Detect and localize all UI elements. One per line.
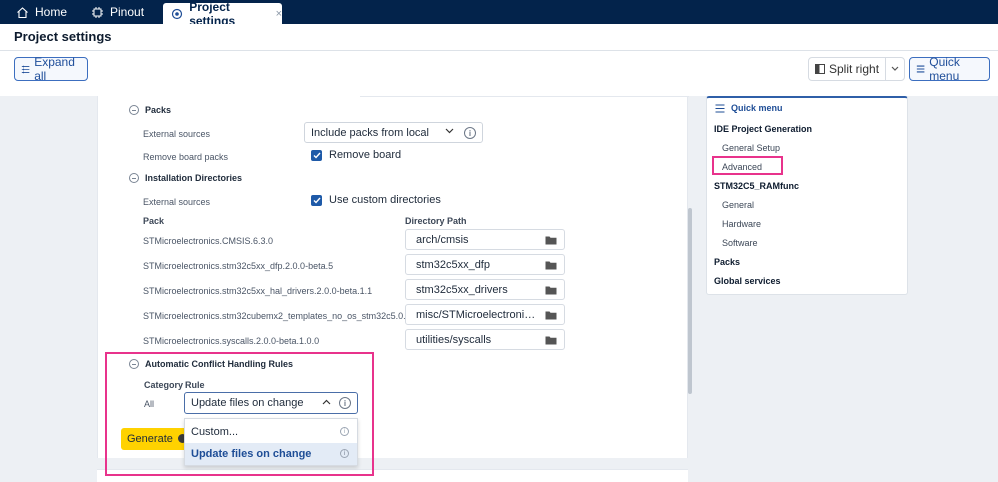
expand-all-label: Expand all [34, 55, 75, 83]
column-header-directory-path: Directory Path [405, 216, 467, 226]
highlight-conflict-section [105, 352, 374, 476]
chevron-down-icon [445, 128, 454, 134]
tab-bar: Home Pinout Project settings × [0, 0, 998, 28]
quick-menu-item-general-setup[interactable]: General Setup [722, 143, 780, 153]
highlight-advanced-item [712, 156, 783, 175]
pack-name: STMicroelectronics.CMSIS.6.3.0 [143, 236, 274, 246]
directory-path-input[interactable]: utilities/syscalls [405, 329, 565, 350]
expand-all-button[interactable]: Expand all [14, 55, 88, 83]
section-installation-title: Installation Directories [145, 173, 243, 183]
close-icon[interactable]: × [276, 8, 282, 20]
tab-project-settings[interactable]: Project settings × [163, 0, 282, 28]
menu-icon [715, 103, 725, 113]
checkbox-checked-icon[interactable] [311, 149, 322, 161]
directory-path-input[interactable]: stm32c5xx_dfp [405, 254, 565, 275]
tab-pinout-label: Pinout [110, 5, 145, 19]
checkbox-checked-icon[interactable] [311, 194, 322, 206]
page-title: Project settings [14, 29, 112, 44]
section-packs-title: Packs [145, 105, 172, 115]
scrollbar[interactable] [688, 208, 692, 394]
tab-home[interactable]: Home [15, 0, 67, 24]
quick-menu-item-ide-project-generation[interactable]: IDE Project Generation [714, 124, 812, 134]
page-header: Project settings [0, 24, 998, 51]
external-sources-value: Include packs from local [311, 126, 429, 139]
gear-icon [171, 7, 183, 21]
remove-board-checkbox[interactable]: Remove board [311, 149, 401, 161]
column-header-pack: Pack [143, 216, 165, 226]
packs-external-sources-label: External sources [143, 129, 211, 139]
directory-path-input[interactable]: misc/STMicroelectronics... [405, 304, 565, 325]
quick-menu-item-packs[interactable]: Packs [714, 257, 740, 267]
card-top-border [360, 96, 689, 97]
quick-menu-title-text: Quick menu [731, 103, 783, 113]
split-view-icon [815, 64, 825, 74]
info-icon[interactable]: i [464, 127, 476, 139]
directory-path-value: utilities/syscalls [416, 333, 492, 346]
install-external-sources-label: External sources [143, 197, 211, 207]
external-sources-select[interactable]: Include packs from local i [304, 122, 483, 143]
directory-path-value: misc/STMicroelectronics... [416, 308, 540, 321]
section-installation-directories[interactable]: Installation Directories [129, 173, 242, 183]
home-icon [15, 5, 29, 19]
use-custom-directories-label: Use custom directories [329, 194, 441, 206]
directory-path-value: stm32c5xx_dfp [416, 258, 490, 271]
use-custom-directories-checkbox[interactable]: Use custom directories [311, 194, 441, 206]
pack-name: STMicroelectronics.stm32c5xx_dfp.2.0.0-b… [143, 261, 334, 271]
tab-pinout[interactable]: Pinout [90, 0, 144, 24]
quick-menu-item-general[interactable]: General [722, 200, 754, 210]
directory-path-value: arch/cmsis [416, 233, 469, 246]
quick-menu-title: Quick menu [715, 103, 783, 113]
quick-menu-item-global-services[interactable]: Global services [714, 276, 781, 286]
folder-icon[interactable] [545, 310, 557, 320]
directory-path-value: stm32c5xx_drivers [416, 283, 508, 296]
split-divider [885, 58, 886, 80]
collapse-icon[interactable] [129, 105, 139, 115]
menu-icon [916, 65, 925, 73]
chevron-down-icon[interactable] [891, 66, 899, 72]
expand-icon [21, 65, 30, 73]
tab-home-label: Home [35, 5, 68, 19]
directory-path-input[interactable]: stm32c5xx_drivers [405, 279, 565, 300]
section-packs[interactable]: Packs [129, 105, 171, 115]
toolbar: Expand all Split right Quick menu [0, 51, 998, 96]
pack-name: STMicroelectronics.syscalls.2.0.0-beta.1… [143, 336, 320, 346]
quick-menu-label: Quick menu [929, 55, 960, 83]
remove-board-label: Remove board [329, 149, 402, 161]
quick-menu-item-hardware[interactable]: Hardware [722, 219, 761, 229]
pack-name: STMicroelectronics.stm32cubemx2_template… [143, 311, 419, 321]
quick-menu-button[interactable]: Quick menu [909, 55, 990, 83]
folder-icon[interactable] [545, 335, 557, 345]
remove-board-packs-label: Remove board packs [143, 152, 229, 162]
folder-icon[interactable] [545, 285, 557, 295]
chip-icon [90, 5, 104, 19]
split-right-label: Split right [829, 62, 880, 76]
pack-name: STMicroelectronics.stm32c5xx_hal_drivers… [143, 286, 373, 296]
collapse-icon[interactable] [129, 173, 139, 183]
folder-icon[interactable] [545, 260, 557, 270]
quick-menu-item-software[interactable]: Software [722, 238, 758, 248]
directory-path-input[interactable]: arch/cmsis [405, 229, 565, 250]
quick-menu-item-stm32c5-ramfunc[interactable]: STM32C5_RAMfunc [714, 181, 799, 191]
split-right-button[interactable]: Split right [808, 57, 905, 81]
folder-icon[interactable] [545, 235, 557, 245]
